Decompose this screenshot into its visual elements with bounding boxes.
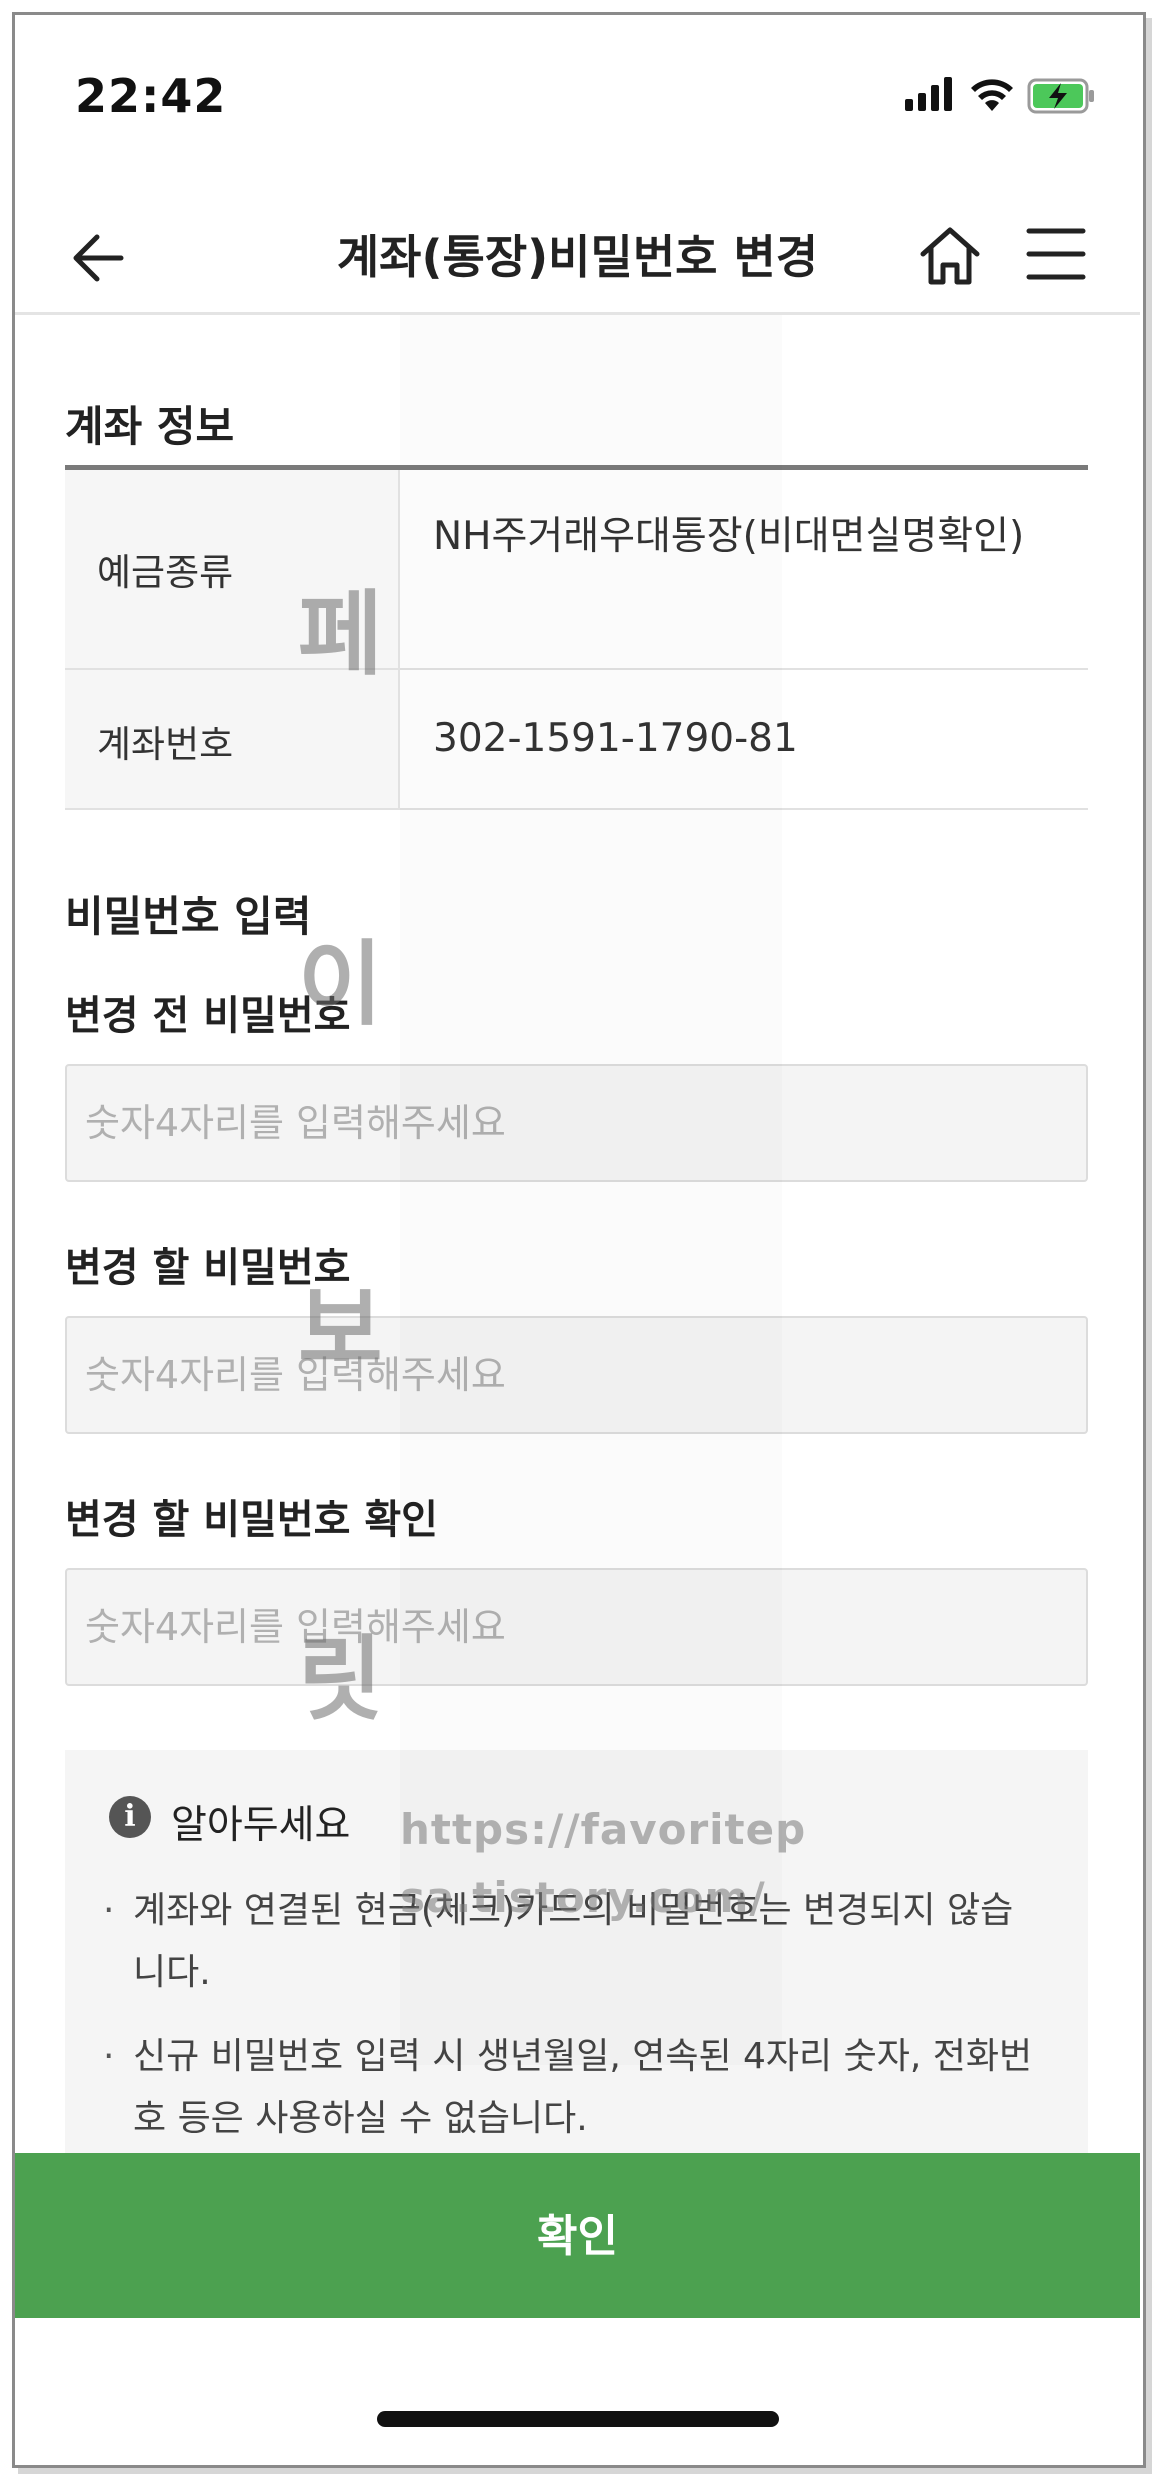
- wifi-icon: [971, 79, 1013, 111]
- status-time: 22:42: [75, 69, 227, 123]
- account-number-label: 계좌번호: [97, 723, 234, 766]
- signal-icon: [905, 77, 952, 111]
- hamburger-menu-icon: [1026, 228, 1086, 280]
- home-icon: [920, 227, 980, 285]
- row-header: 예금종류: [65, 470, 400, 668]
- phone-screen: 22:42 계좌(통장)비밀번호 변경 계좌 정보 예금종류 NH주거래우대통장…: [15, 15, 1140, 2462]
- notice-list: 계좌와 연결된 현금(체크)카드의 비밀번호는 변경되지 않습니다. 신규 비밀…: [103, 1880, 1043, 2172]
- confirm-password-label: 변경 할 비밀번호 확인: [65, 1497, 438, 1543]
- table-row-deposit-type: 예금종류 NH주거래우대통장(비대면실명확인): [65, 470, 1088, 670]
- account-number-value: 302-1591-1790-81: [433, 716, 798, 761]
- home-button[interactable]: [915, 221, 985, 291]
- screenshot-frame: 22:42 계좌(통장)비밀번호 변경 계좌 정보 예금종류 NH주거래우대통장…: [0, 0, 1165, 2476]
- notice-title: 알아두세요: [171, 1803, 351, 1848]
- account-section-title: 계좌 정보: [65, 402, 235, 451]
- deposit-type-label: 예금종류: [97, 551, 234, 594]
- notice-box: i 알아두세요 계좌와 연결된 현금(체크)카드의 비밀번호는 변경되지 않습니…: [65, 1750, 1088, 2200]
- new-password-input[interactable]: [65, 1316, 1088, 1434]
- app-header: 계좌(통장)비밀번호 변경: [15, 185, 1140, 330]
- notice-item: 계좌와 연결된 현금(체크)카드의 비밀번호는 변경되지 않습니다.: [103, 1880, 1043, 2004]
- menu-button[interactable]: [1025, 223, 1087, 285]
- current-password-label: 변경 전 비밀번호: [65, 993, 351, 1039]
- new-password-label: 변경 할 비밀번호: [65, 1245, 351, 1291]
- deposit-type-value: NH주거래우대통장(비대면실명확인): [433, 514, 1025, 559]
- home-indicator: [377, 2411, 779, 2427]
- row-header: 계좌번호: [65, 670, 400, 808]
- confirm-button[interactable]: 확인: [15, 2153, 1140, 2318]
- info-icon: i: [109, 1796, 151, 1838]
- battery-charging-icon: [1027, 78, 1094, 114]
- confirm-password-input[interactable]: [65, 1568, 1088, 1686]
- header-divider: [15, 312, 1140, 315]
- current-password-input[interactable]: [65, 1064, 1088, 1182]
- notice-item: 신규 비밀번호 입력 시 생년월일, 연속된 4자리 숫자, 전화번호 등은 사…: [103, 2026, 1043, 2150]
- password-section-title: 비밀번호 입력: [65, 892, 312, 941]
- table-row-account-number: 계좌번호 302-1591-1790-81: [65, 670, 1088, 810]
